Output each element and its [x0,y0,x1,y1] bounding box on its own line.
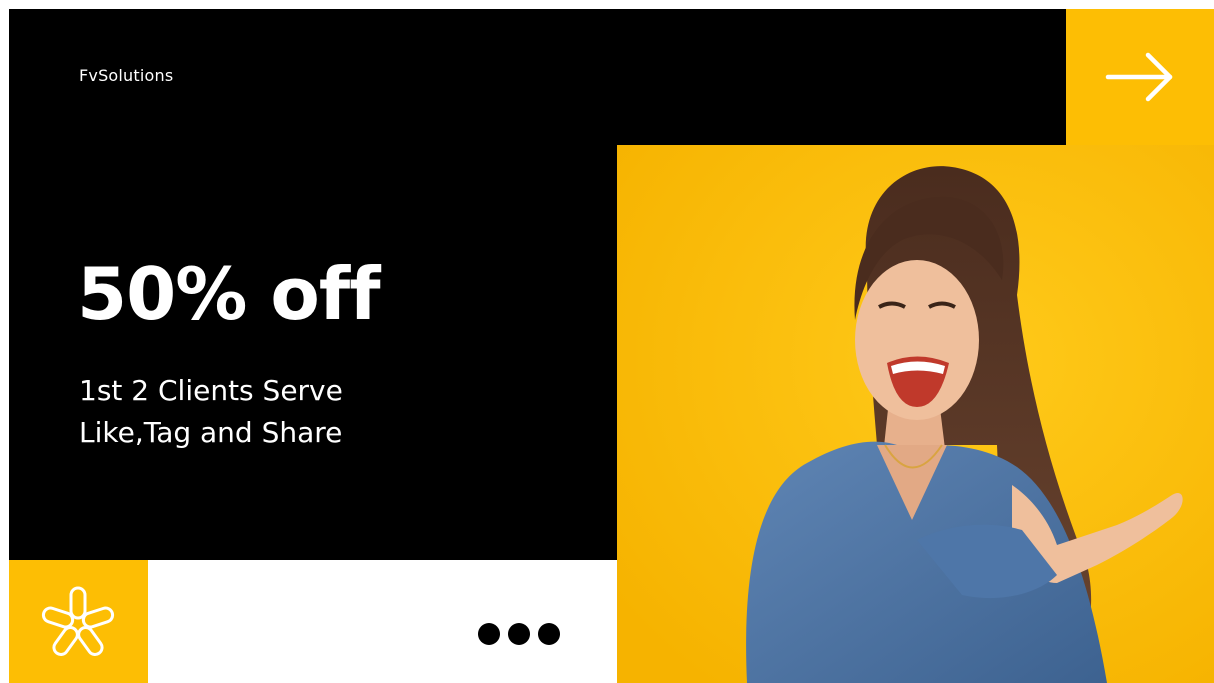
dot-2 [508,623,530,645]
promo-line-2: Like,Tag and Share [79,416,343,449]
asterisk-box-bg [9,560,148,683]
more-dots-icon[interactable] [478,622,564,646]
dot-1 [478,623,500,645]
asterisk-badge [9,560,148,683]
dot-3 [538,623,560,645]
promo-slide: FvSolutions 50% off 1st 2 Clients Serve … [0,0,1214,683]
promo-headline: 50% off [77,252,381,336]
model-photo [617,145,1214,683]
brand-name: FvSolutions [79,66,174,85]
next-arrow-button[interactable] [1066,9,1214,145]
promo-line-1: 1st 2 Clients Serve [79,374,343,407]
